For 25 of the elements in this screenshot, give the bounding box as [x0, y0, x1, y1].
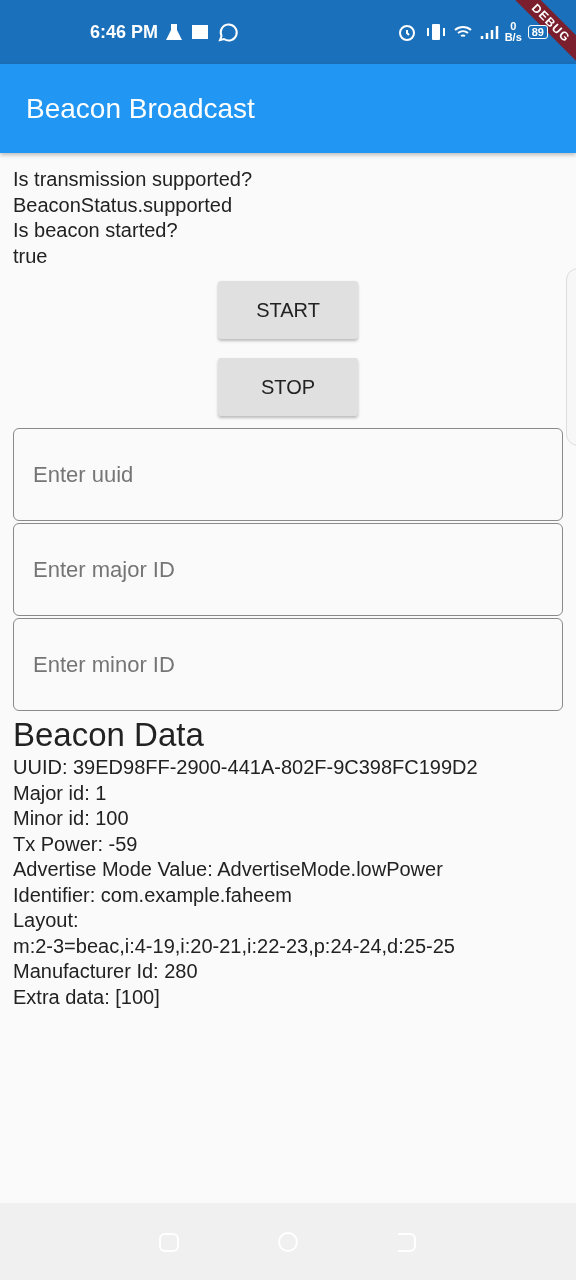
vibrate-icon [424, 21, 447, 43]
status-text: Is beacon started? [13, 218, 179, 243]
data-text: Manufacturer Id: 280 [13, 959, 199, 984]
data-text: Minor id: 100 [13, 806, 130, 831]
section-heading: Beacon Data [13, 715, 205, 755]
action-button[interactable]: STOP [218, 358, 358, 416]
data-text: Major id: 1 [13, 780, 108, 806]
data-text: Extra data: [100] [13, 984, 161, 1010]
data-text: Tx Power: -59 [13, 831, 139, 857]
data-text: UUID: 39ED98FF-2900-441A-802F-9C398FC199D2 [13, 755, 479, 780]
status-text: true [13, 243, 49, 269]
data-text: m:2-3=beac,i:4-19,i:20-21,i:22-23,p:24-24,d:25-25 [13, 933, 456, 959]
input-field[interactable]: Enter minor ID [13, 618, 563, 711]
status-text: Is transmission supported? [13, 167, 253, 192]
status-time: 6:46 PM [90, 21, 159, 43]
status-text: BeaconStatus.supported [13, 192, 234, 218]
app-title: Beacon Broadcast [26, 92, 255, 125]
data-text: Identifier: com.example.faheem [13, 882, 294, 908]
network-speed: 0 B/s [504, 21, 522, 43]
input-field[interactable]: Enter uuid [13, 428, 563, 521]
flask-icon [164, 22, 185, 42]
input-field[interactable]: Enter major ID [13, 523, 563, 616]
data-text: Layout: [13, 908, 80, 933]
data-text: Advertise Mode Value: AdvertiseMode.lowPower [13, 857, 444, 882]
action-button[interactable]: START [218, 281, 358, 339]
